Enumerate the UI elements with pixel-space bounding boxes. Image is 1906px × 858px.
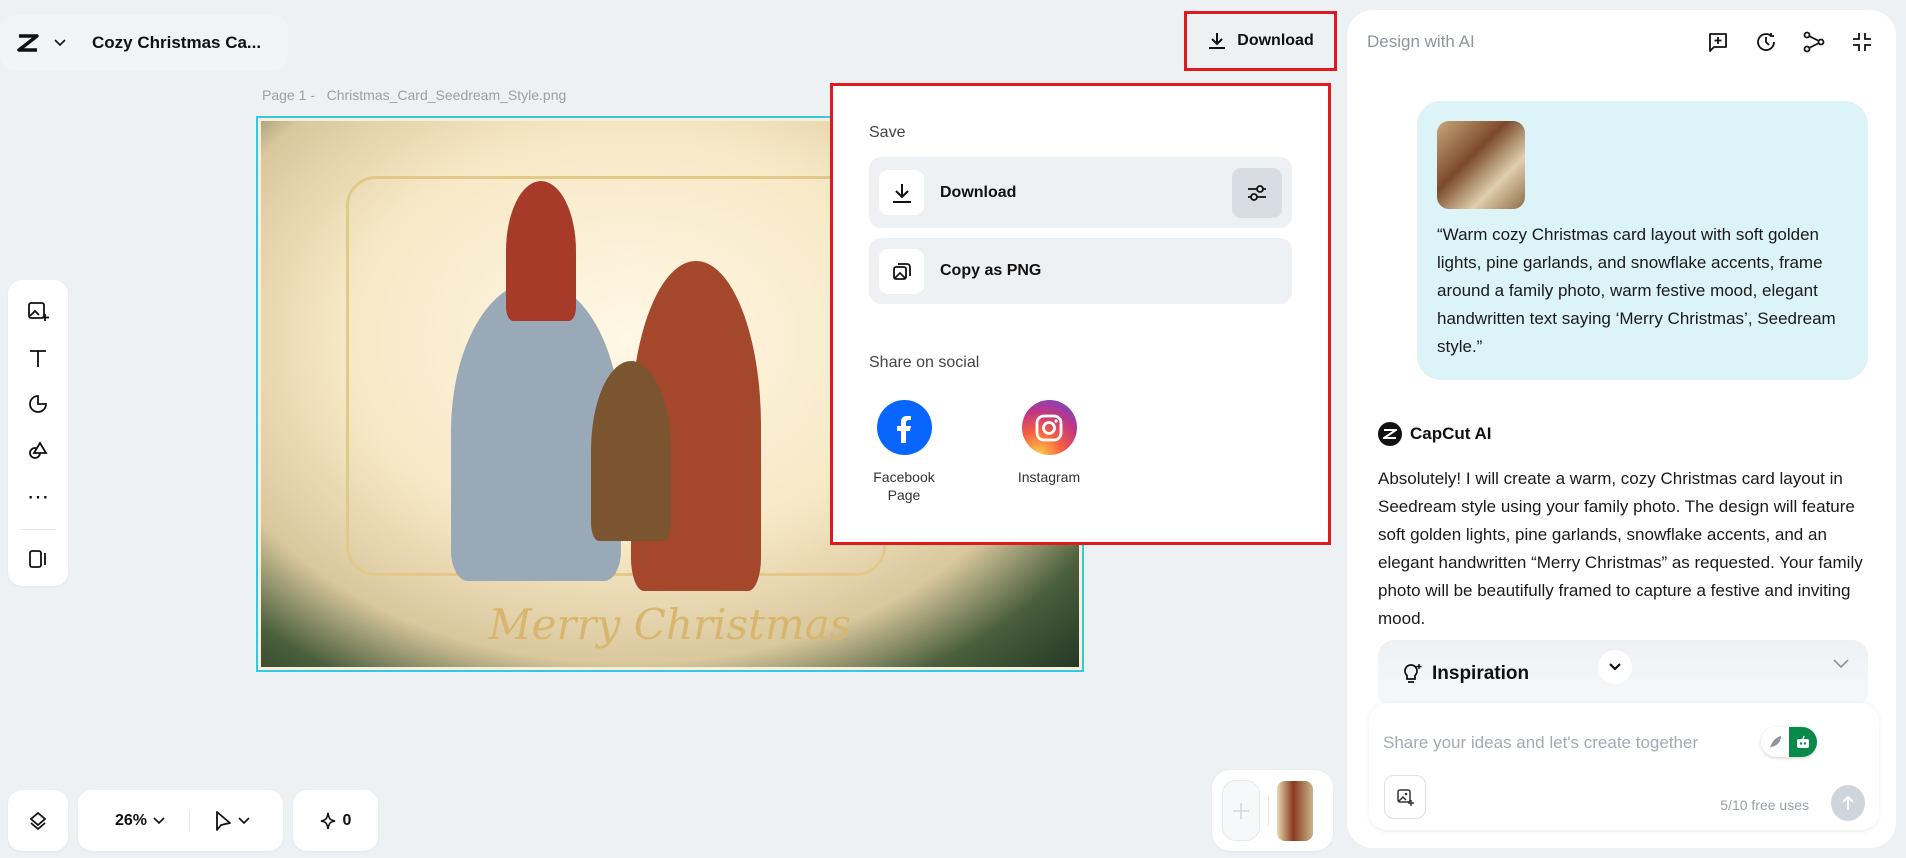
- divider: [189, 809, 191, 832]
- credits-count: 0: [342, 811, 352, 829]
- image-plus-icon: [1397, 789, 1414, 806]
- mode-toggle[interactable]: [1761, 727, 1817, 757]
- download-label: Download: [1237, 32, 1314, 49]
- lightbulb-icon: [1400, 662, 1424, 686]
- chevron-down-icon[interactable]: [1832, 658, 1850, 670]
- project-menu: Cozy Christmas Ca...: [0, 15, 288, 71]
- ai-reply-text: Absolutely! I will create a warm, cozy C…: [1378, 469, 1863, 628]
- ai-header: CapCut AI: [1378, 422, 1492, 446]
- feather-icon[interactable]: [1761, 727, 1789, 757]
- credits-button[interactable]: 0: [293, 790, 378, 851]
- inspiration-section[interactable]: Inspiration: [1378, 640, 1868, 708]
- shapes-icon[interactable]: [18, 432, 58, 471]
- zoom-level[interactable]: 26%: [115, 812, 147, 830]
- send-button[interactable]: [1831, 785, 1865, 821]
- download-option[interactable]: Download: [869, 157, 1292, 228]
- photo-baby: [591, 361, 671, 541]
- scroll-down-button[interactable]: [1598, 650, 1632, 684]
- agent-robot-icon[interactable]: [1789, 727, 1817, 757]
- download-popup: Save Download Copy as PNG Share on socia…: [830, 83, 1331, 545]
- share-facebook-button[interactable]: Facebook Page: [849, 400, 959, 504]
- arrow-up-icon: [1842, 795, 1854, 810]
- share-heading: Share on social: [869, 354, 980, 371]
- pages-icon[interactable]: [18, 539, 58, 578]
- instagram-icon: [1021, 400, 1077, 455]
- inspiration-label: Inspiration: [1432, 663, 1530, 684]
- share-instagram-button[interactable]: Instagram: [994, 400, 1104, 504]
- share-icon[interactable]: [1802, 30, 1826, 54]
- page-thumbnail[interactable]: [1277, 780, 1313, 841]
- file-name[interactable]: Christmas_Card_Seedream_Style.png: [327, 87, 567, 103]
- ai-panel: Design with AI “Warm cozy Christmas card…: [1347, 10, 1896, 848]
- chat-input[interactable]: Share your ideas and let's create togeth…: [1383, 733, 1698, 753]
- download-settings-button[interactable]: [1232, 167, 1282, 218]
- instagram-label: Instagram: [1017, 469, 1081, 485]
- free-uses-count: 5/10 free uses: [1720, 797, 1809, 813]
- sticker-icon[interactable]: [18, 385, 58, 424]
- chevron-down-icon[interactable]: [238, 816, 250, 825]
- layers-button[interactable]: [8, 790, 68, 851]
- layers-icon: [29, 811, 47, 830]
- download-option-label: Download: [940, 183, 1017, 201]
- divider: [1268, 795, 1269, 826]
- collapse-icon[interactable]: [1850, 30, 1874, 54]
- panel-title: Design with AI: [1367, 32, 1475, 51]
- copy-image-icon: [879, 248, 924, 294]
- pointer-icon[interactable]: [214, 810, 232, 832]
- more-icon[interactable]: ⋯: [18, 478, 58, 517]
- upload-image-button[interactable]: [1384, 775, 1426, 819]
- page-label: Page 1 - Christmas_Card_Seedream_Style.p…: [262, 87, 566, 103]
- page-number: Page 1 -: [262, 87, 315, 103]
- page-thumbnails: [1212, 770, 1333, 851]
- download-button[interactable]: Download: [1184, 11, 1337, 71]
- save-heading: Save: [869, 124, 906, 141]
- facebook-label: Facebook Page: [873, 469, 935, 503]
- capcut-ai-logo-icon: [1378, 422, 1402, 446]
- document-title[interactable]: Cozy Christmas Ca...: [92, 33, 261, 53]
- download-icon: [1207, 31, 1227, 51]
- add-image-icon[interactable]: [18, 292, 58, 331]
- facebook-icon: [876, 400, 932, 455]
- new-chat-icon[interactable]: [1706, 30, 1730, 54]
- user-prompt-text: “Warm cozy Christmas card layout with so…: [1437, 225, 1836, 356]
- ai-name: CapCut AI: [1410, 424, 1492, 443]
- photo-child: [506, 181, 576, 321]
- user-message: “Warm cozy Christmas card layout with so…: [1417, 101, 1868, 380]
- card-greeting: Merry Christmas: [488, 600, 852, 649]
- chat-input-box: Share your ideas and let's create togeth…: [1369, 703, 1879, 830]
- left-toolbar: ⋯: [8, 280, 68, 586]
- text-tool-icon[interactable]: [18, 339, 58, 378]
- sliders-icon: [1248, 184, 1266, 201]
- chevron-down-icon[interactable]: [153, 816, 165, 825]
- capcut-logo-icon[interactable]: [16, 33, 40, 53]
- history-icon[interactable]: [1754, 30, 1778, 54]
- download-icon: [879, 170, 924, 215]
- attached-photo-thumbnail[interactable]: [1437, 121, 1525, 209]
- copy-option-label: Copy as PNG: [940, 262, 1042, 279]
- add-page-button[interactable]: [1222, 780, 1260, 841]
- divider: [21, 528, 55, 530]
- sparkle-icon: [320, 812, 336, 830]
- plus-icon: [1233, 802, 1249, 819]
- copy-as-png-option[interactable]: Copy as PNG: [869, 238, 1292, 304]
- chevron-down-icon[interactable]: [54, 39, 66, 47]
- zoom-and-pointer-controls: 26%: [78, 790, 283, 851]
